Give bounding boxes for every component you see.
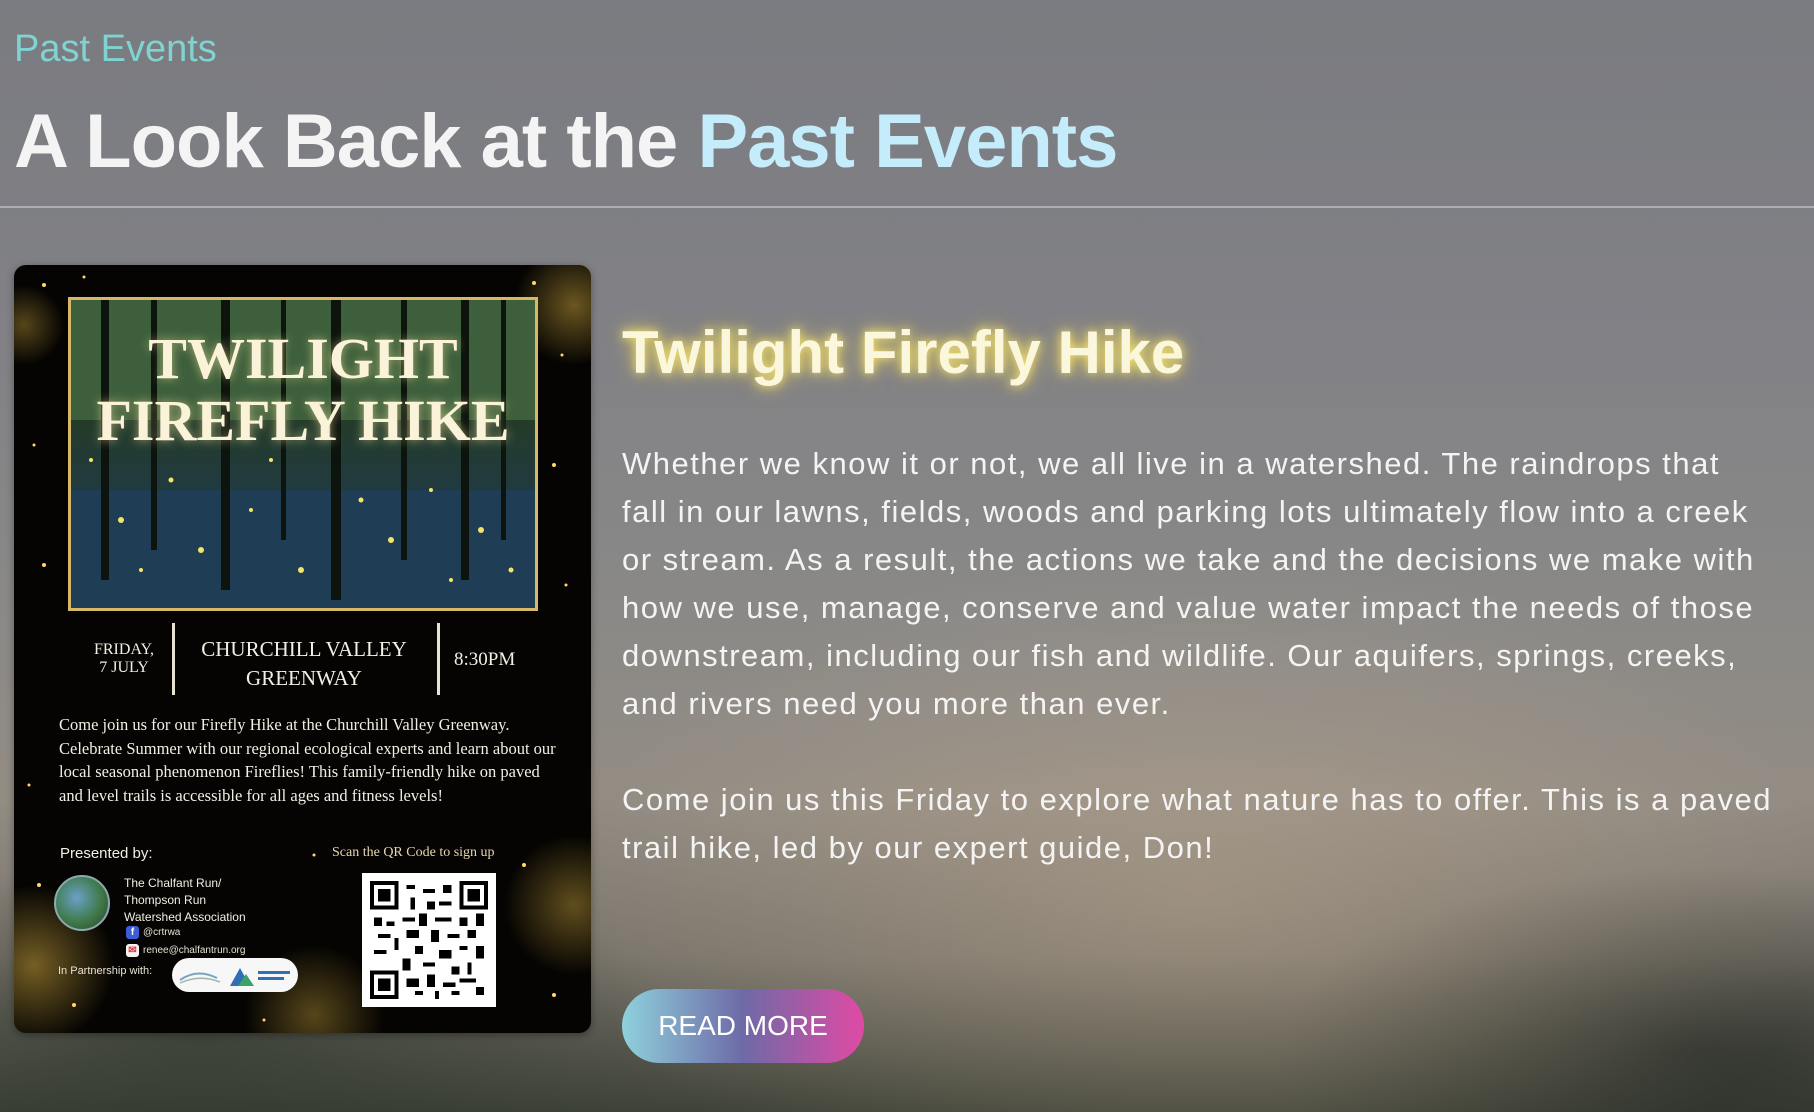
page-title-prefix: A Look Back at the: [14, 99, 698, 184]
email-icon: ✉: [126, 944, 139, 957]
poster-separator: [172, 623, 175, 695]
section-header: Past Events: [14, 28, 217, 71]
qr-code: [362, 873, 496, 1007]
poster-location-line1: CHURCHILL VALLEY: [201, 637, 407, 661]
poster-location-line2: GREENWAY: [246, 666, 362, 690]
poster-title-line2: FIREFLY HIKE: [96, 388, 510, 453]
watershed-logo: [54, 875, 110, 931]
divider: [0, 206, 1814, 208]
facebook-icon: f: [126, 926, 139, 939]
poster-forest-photo: TWILIGHT FIREFLY HIKE: [68, 297, 538, 611]
poster-date-line2: 7 JULY: [99, 659, 149, 676]
poster-date: FRIDAY, 7 JULY: [84, 641, 164, 677]
org-line: Watershed Association: [124, 910, 246, 924]
poster-separator: [437, 623, 440, 695]
facebook-handle: @crtrwa: [143, 927, 181, 939]
poster-location: CHURCHILL VALLEY GREENWAY: [189, 635, 419, 693]
poster-facebook: f @crtrwa: [126, 926, 180, 939]
poster-info-row: FRIDAY, 7 JULY CHURCHILL VALLEY GREENWAY…: [54, 623, 554, 703]
poster-presented-by: Presented by:: [60, 845, 153, 862]
org-line: The Chalfant Run/: [124, 876, 222, 890]
email-address: renee@chalfantrun.org: [143, 945, 246, 957]
poster-email: ✉ renee@chalfantrun.org: [126, 944, 245, 957]
page-title: A Look Back at the Past Events: [14, 98, 1118, 185]
poster-organization: The Chalfant Run/ Thompson Run Watershed…: [124, 875, 246, 926]
read-more-button[interactable]: READ MORE: [622, 989, 864, 1063]
qr-code-pattern: [370, 881, 488, 999]
poster-partnership: In Partnership with:: [58, 965, 153, 977]
page-title-accent: Past Events: [697, 99, 1118, 184]
partner-logos: [172, 958, 298, 992]
poster-description: Come join us for our Firefly Hike at the…: [59, 715, 556, 805]
event-description: Whether we know it or not, we all live i…: [622, 440, 1772, 872]
event-paragraph: Whether we know it or not, we all live i…: [622, 446, 1755, 721]
section-eyebrow: Past Events: [14, 28, 217, 70]
org-line: Thompson Run: [124, 893, 207, 907]
poster-date-line1: FRIDAY,: [93, 641, 155, 658]
land-trust-logo: [179, 968, 290, 986]
event-title: Twilight Firefly Hike: [622, 319, 1185, 386]
event-poster-image: TWILIGHT FIREFLY HIKE FRIDAY, 7 JULY CHU…: [14, 265, 591, 1033]
event-paragraph: Come join us this Friday to explore what…: [622, 782, 1772, 865]
poster-title: TWILIGHT FIREFLY HIKE: [71, 328, 535, 452]
poster-time: 8:30PM: [454, 649, 516, 670]
poster-title-line1: TWILIGHT: [148, 326, 458, 391]
poster-scan-text: Scan the QR Code to sign up: [332, 845, 495, 860]
